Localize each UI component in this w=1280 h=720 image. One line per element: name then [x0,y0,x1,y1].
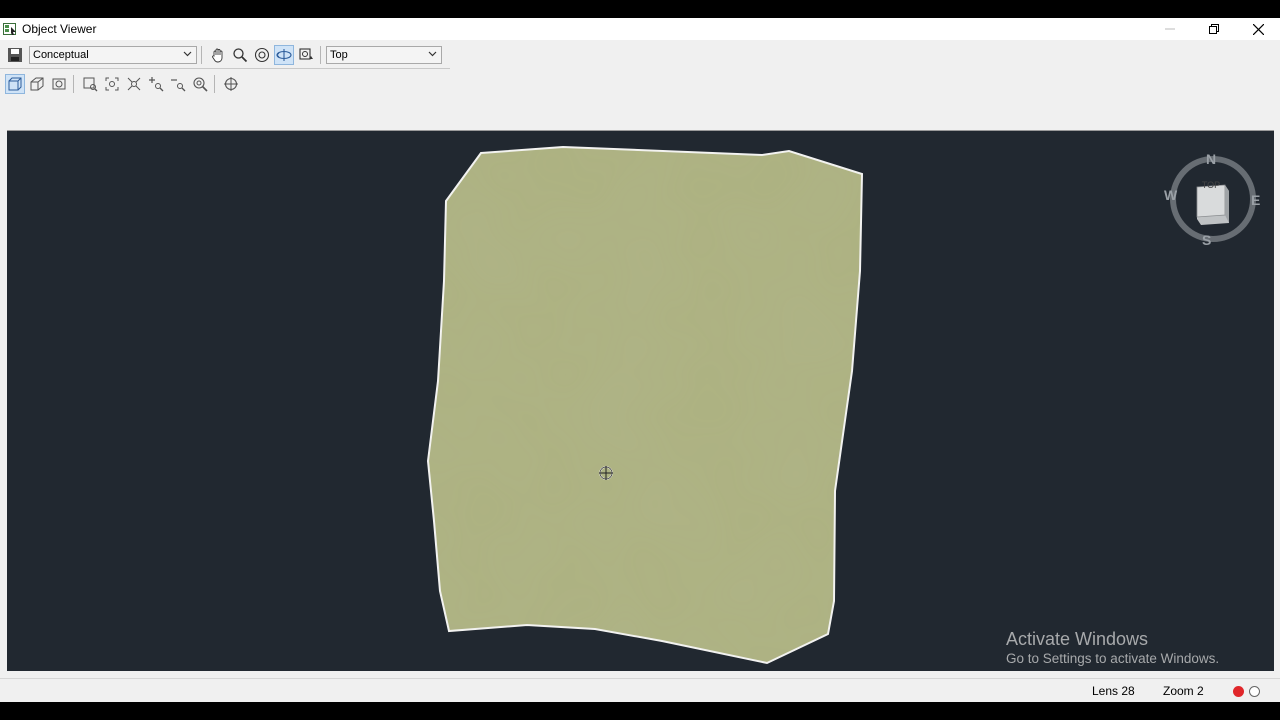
zoom-magnifier-icon [233,48,248,63]
toolbar-separator [214,75,215,93]
zoom-all-icon [127,77,141,91]
chevron-down-icon [183,49,192,61]
object-viewer-window: Object Viewer Conceptual Top N S E W TOP… [0,18,1280,703]
parallel-projection-icon [8,77,22,91]
zoom-out-icon [171,79,186,92]
toolbar-view-tools [0,71,450,97]
window-title: Object Viewer [22,22,97,36]
crosshair-target-icon [224,77,238,91]
status-bar: Lens 28 Zoom 2 [0,678,1280,703]
visual-style-value: Conceptual [33,49,89,61]
view-object-button[interactable] [49,74,69,94]
viewcube-north[interactable]: N [1206,151,1216,167]
watermark-subtitle: Go to Settings to activate Windows. [1006,651,1220,666]
free-orbit-icon [276,49,292,61]
lens-readout: Lens 28 [1092,684,1135,698]
visual-style-dropdown[interactable]: Conceptual [29,46,197,64]
viewcube-south[interactable]: S [1202,232,1211,248]
viewcube-west[interactable]: W [1164,187,1177,203]
orbit-icon [254,47,270,63]
restore-button[interactable] [1192,18,1236,40]
minimize-icon [1165,28,1175,30]
parallel-projection-button[interactable] [5,74,25,94]
close-button[interactable] [1236,18,1280,40]
activate-windows-watermark: Activate Windows Go to Settings to activ… [1006,628,1219,668]
object-surface-texture [428,147,862,663]
toolbar-main: Conceptual Top [0,42,450,69]
red-status-dot[interactable] [1233,686,1244,697]
zoom-readout: Zoom 2 [1163,684,1204,698]
title-bar: Object Viewer [0,18,1280,40]
perspective-projection-button[interactable] [27,74,47,94]
zoom-out-button[interactable] [168,74,188,94]
zoom-realtime-button[interactable] [190,74,210,94]
view-camera-icon [52,78,66,90]
zoom-window-icon [83,77,98,92]
watermark-title: Activate Windows [1006,629,1149,649]
zoom-in-icon [149,77,164,92]
window-controls [1148,18,1280,40]
restore-icon [1209,24,1219,34]
free-orbit-button[interactable] [274,45,294,65]
continuous-orbit-button[interactable] [296,45,316,65]
object-viewer-app-icon [3,22,17,36]
continuous-orbit-icon [299,48,313,60]
save-icon [8,48,22,62]
pan-hand-icon [212,48,223,63]
orbit-button[interactable] [252,45,272,65]
zoom-in-button[interactable] [146,74,166,94]
viewcube[interactable]: N S E W TOP [1163,151,1263,251]
save-button[interactable] [5,45,25,65]
object-mesh[interactable] [7,131,1274,671]
zoom-extents-icon [105,77,119,91]
toolbar-separator [201,46,202,64]
zoom-all-button[interactable] [124,74,144,94]
view-dropdown[interactable]: Top [326,46,442,64]
chevron-down-icon [428,49,437,61]
zoom-window-button[interactable] [80,74,100,94]
viewcube-east[interactable]: E [1251,192,1260,208]
white-status-dot[interactable] [1249,686,1260,697]
toolbar-separator [320,46,321,64]
ucs-icon-toggle-button[interactable] [221,74,241,94]
pan-button[interactable] [208,45,228,65]
close-icon [1252,23,1264,35]
view-value: Top [330,49,348,61]
viewcube-face-top[interactable]: TOP [1200,180,1222,190]
3d-viewport[interactable]: N S E W TOP Activate Windows Go to Setti… [7,130,1274,671]
zoom-realtime-icon [193,77,208,92]
zoom-extents-button[interactable] [102,74,122,94]
minimize-button[interactable] [1148,18,1192,40]
screen-bottom-border [0,702,1280,720]
screen-top-border [0,0,1280,18]
zoom-button[interactable] [230,45,250,65]
toolbar-separator [73,75,74,93]
perspective-projection-icon [30,77,44,91]
